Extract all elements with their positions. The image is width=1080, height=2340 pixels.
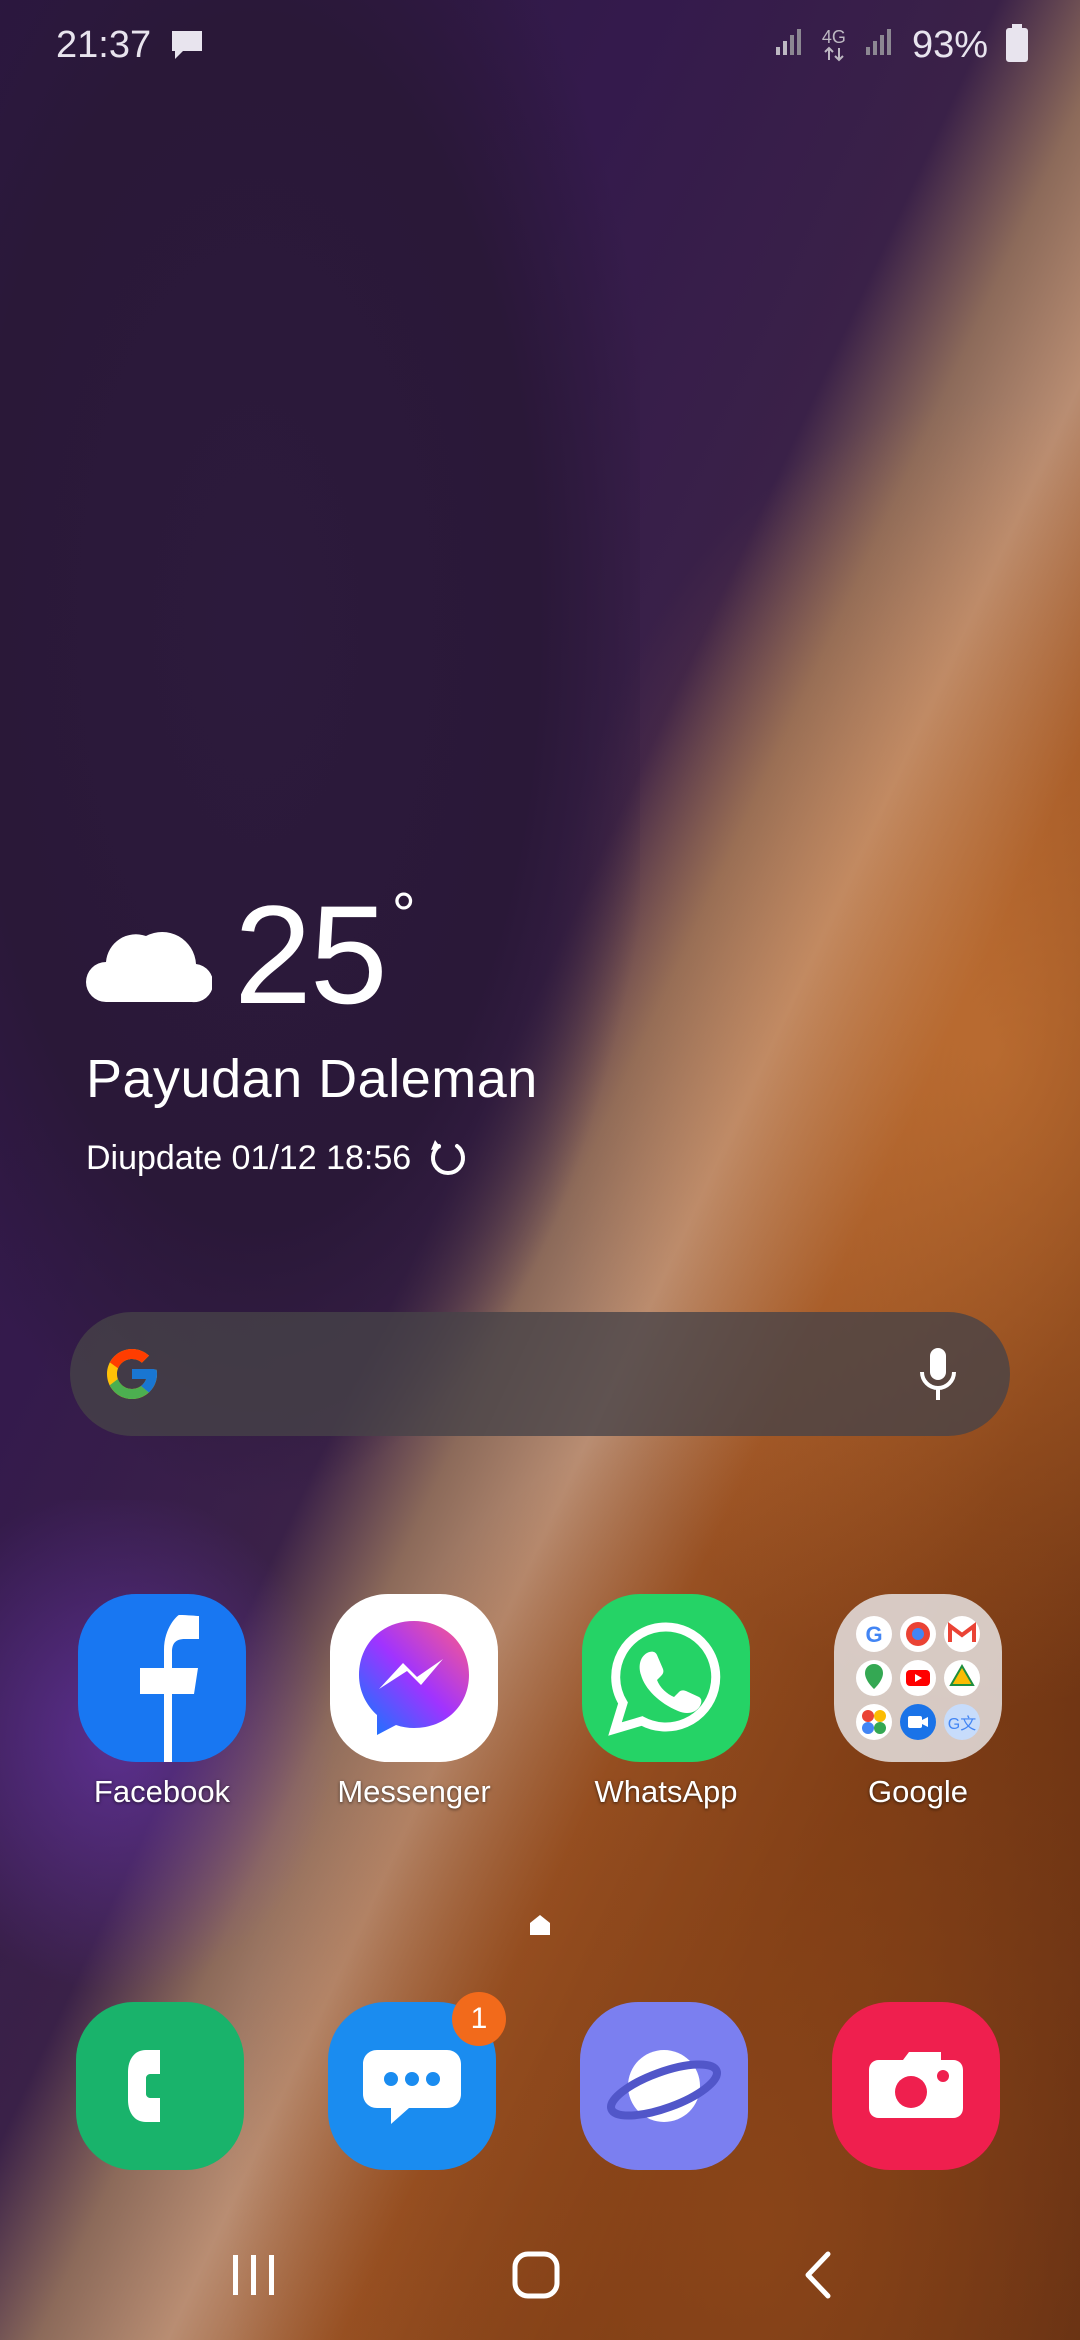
phone-icon[interactable]	[76, 2002, 244, 2170]
facebook-icon	[78, 1594, 246, 1762]
weather-updated: Diupdate 01/12 18:56	[86, 1138, 412, 1177]
signal-icon	[864, 24, 894, 67]
google-folder-icon: G G文	[834, 1594, 1002, 1762]
recents-icon[interactable]	[214, 2240, 294, 2310]
messages-icon[interactable]: 1	[328, 1992, 506, 2170]
app-label: Google	[868, 1774, 968, 1809]
status-bar: 21:37 4G 93%	[0, 0, 1080, 90]
messenger-icon	[330, 1594, 498, 1762]
message-icon	[169, 28, 205, 62]
app-messenger[interactable]: Messenger	[314, 1594, 514, 1810]
temperature: 25	[234, 876, 388, 1033]
app-label: WhatsApp	[594, 1774, 738, 1809]
app-google-folder[interactable]: G G文 Google	[818, 1594, 1018, 1810]
mic-icon[interactable]	[918, 1346, 958, 1402]
unread-badge: 1	[452, 1992, 506, 2046]
temperature-unit: °	[391, 881, 416, 948]
google-logo	[102, 1344, 162, 1404]
signal-icon	[774, 24, 804, 67]
app-facebook[interactable]: Facebook	[62, 1594, 262, 1810]
battery-percent: 93%	[911, 23, 988, 66]
app-label: Messenger	[337, 1774, 491, 1809]
home-icon[interactable]	[496, 2240, 576, 2310]
camera-icon[interactable]	[832, 2002, 1000, 2170]
refresh-icon[interactable]	[427, 1138, 467, 1178]
home-page-indicator	[528, 1913, 552, 1937]
back-icon[interactable]	[778, 2240, 858, 2310]
whatsapp-icon	[582, 1594, 750, 1762]
app-whatsapp[interactable]: WhatsApp	[566, 1594, 766, 1810]
app-label: Facebook	[93, 1774, 231, 1809]
weather-widget[interactable]: 25 ° Payudan Daleman Diupdate 01/12 18:5…	[86, 880, 538, 1178]
google-search-bar[interactable]	[70, 1312, 1010, 1436]
cloud-icon	[86, 924, 214, 1004]
4g-icon: 4G	[822, 28, 846, 62]
internet-icon[interactable]	[580, 2002, 748, 2170]
battery-icon	[1006, 24, 1028, 62]
network-label: 4G	[821, 27, 846, 47]
weather-location: Payudan Daleman	[86, 1049, 538, 1109]
navigation-bar	[0, 2200, 1080, 2340]
svg-text:G文: G文	[948, 1715, 976, 1733]
status-time: 21:37	[56, 23, 152, 66]
svg-text:G: G	[865, 1622, 882, 1647]
